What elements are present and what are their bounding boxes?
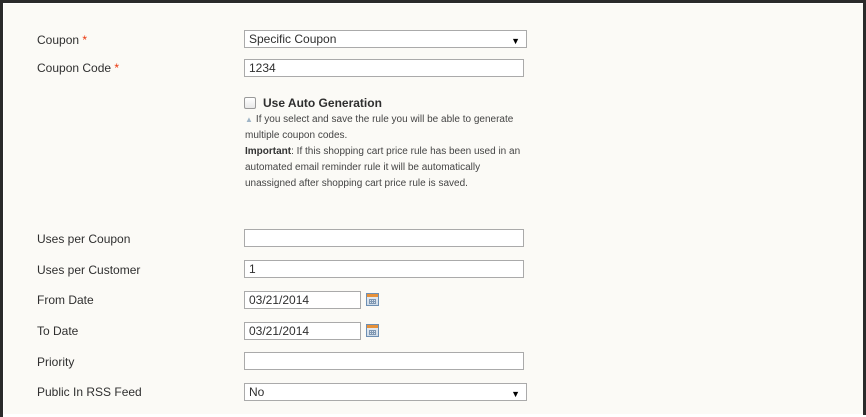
chevron-down-icon: ▼	[511, 36, 520, 46]
to-date-input[interactable]	[244, 322, 361, 340]
coupon-code-input[interactable]	[244, 59, 524, 77]
coupon-settings-form: Coupon * Specific Coupon ▼ Coupon Code *…	[0, 0, 866, 417]
required-mark: *	[114, 61, 120, 75]
uses-per-coupon-label: Uses per Coupon	[37, 232, 131, 246]
chevron-down-icon: ▼	[511, 389, 520, 399]
note-text: If you select and save the rule you will…	[245, 114, 514, 141]
auto-generation-checkbox[interactable]	[244, 97, 256, 109]
uses-per-customer-label: Uses per Customer	[37, 263, 141, 277]
auto-generation-note: ▲ If you select and save the rule you wil…	[245, 112, 530, 192]
priority-label: Priority	[37, 355, 75, 369]
uses-per-customer-input[interactable]	[244, 260, 524, 278]
coupon-label: Coupon *	[37, 33, 88, 47]
calendar-icon[interactable]	[366, 293, 379, 306]
note-triangle-icon: ▲	[245, 115, 253, 124]
required-mark: *	[82, 33, 88, 47]
auto-generation-row[interactable]: Use Auto Generation	[244, 96, 382, 110]
coupon-select-value: Specific Coupon	[249, 32, 337, 46]
priority-input[interactable]	[244, 352, 524, 370]
public-in-rss-feed-value: No	[249, 385, 265, 399]
note-important-label: Important	[245, 146, 292, 157]
coupon-select[interactable]: Specific Coupon ▼	[244, 30, 527, 48]
uses-per-coupon-input[interactable]	[244, 229, 524, 247]
public-in-rss-feed-select[interactable]: No ▼	[244, 383, 527, 401]
from-date-label: From Date	[37, 293, 94, 307]
from-date-input[interactable]	[244, 291, 361, 309]
to-date-label: To Date	[37, 324, 79, 338]
calendar-icon[interactable]	[366, 324, 379, 337]
coupon-code-label: Coupon Code *	[37, 61, 120, 75]
public-in-rss-feed-label: Public In RSS Feed	[37, 385, 142, 399]
auto-generation-label: Use Auto Generation	[263, 96, 382, 110]
